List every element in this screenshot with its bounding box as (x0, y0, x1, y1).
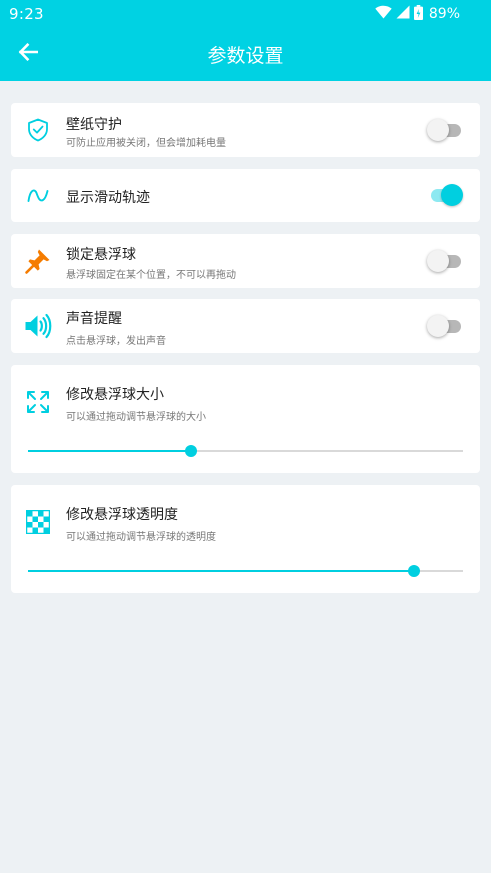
wave-icon (24, 181, 52, 209)
app-header: 9:23 89% 参数设置 (0, 0, 491, 81)
setting-subtitle: 可以通过拖动调节悬浮球的大小 (66, 412, 206, 423)
setting-title: 壁纸守护 (66, 117, 122, 133)
ball-opacity-slider[interactable] (28, 564, 463, 578)
slider-thumb[interactable] (407, 565, 420, 577)
status-bar: 9:23 89% (0, 0, 491, 28)
pushpin-icon (24, 247, 52, 275)
setting-sound[interactable]: 声音提醒 点击悬浮球，发出声音 (11, 299, 480, 353)
signal-icon (396, 5, 410, 23)
slider-thumb[interactable] (185, 445, 198, 457)
toggle-thumb (427, 250, 449, 272)
toggle-thumb (427, 315, 449, 337)
status-icons: 89% (375, 4, 460, 24)
setting-ball-size: 修改悬浮球大小 可以通过拖动调节悬浮球的大小 (11, 365, 480, 473)
setting-show-trail[interactable]: 显示滑动轨迹 (11, 169, 480, 222)
checkerboard-icon (24, 508, 52, 536)
battery-percent: 89% (428, 6, 460, 22)
setting-subtitle: 可以通过拖动调节悬浮球的透明度 (66, 532, 216, 543)
battery-icon (413, 4, 423, 24)
toggle-thumb (441, 184, 463, 206)
setting-subtitle: 可防止应用被关闭，但会增加耗电量 (66, 138, 226, 149)
expand-arrows-icon (24, 388, 52, 416)
slider-fill (28, 450, 192, 452)
ball-size-slider[interactable] (28, 444, 463, 458)
toggle-thumb (427, 119, 449, 141)
page-title: 参数设置 (207, 45, 284, 67)
lock-ball-toggle[interactable] (427, 250, 463, 272)
wallpaper-guard-toggle[interactable] (427, 119, 463, 141)
sound-toggle[interactable] (427, 315, 463, 337)
status-time: 9:23 (9, 5, 44, 23)
setting-wallpaper-guard[interactable]: 壁纸守护 可防止应用被关闭，但会增加耗电量 (11, 103, 480, 157)
setting-title: 修改悬浮球大小 (66, 387, 164, 403)
setting-subtitle: 悬浮球固定在某个位置，不可以再拖动 (66, 270, 236, 281)
setting-subtitle: 点击悬浮球，发出声音 (66, 336, 166, 347)
setting-title: 锁定悬浮球 (66, 247, 136, 263)
setting-title: 修改悬浮球透明度 (66, 507, 178, 523)
setting-title: 显示滑动轨迹 (66, 190, 150, 206)
wifi-icon (375, 5, 392, 23)
show-trail-toggle[interactable] (427, 184, 463, 206)
speaker-icon (24, 312, 52, 340)
setting-lock-ball[interactable]: 锁定悬浮球 悬浮球固定在某个位置，不可以再拖动 (11, 234, 480, 288)
setting-ball-opacity: 修改悬浮球透明度 可以通过拖动调节悬浮球的透明度 (11, 485, 480, 593)
slider-fill (28, 570, 414, 572)
shield-check-icon (24, 116, 52, 144)
setting-title: 声音提醒 (66, 311, 122, 327)
